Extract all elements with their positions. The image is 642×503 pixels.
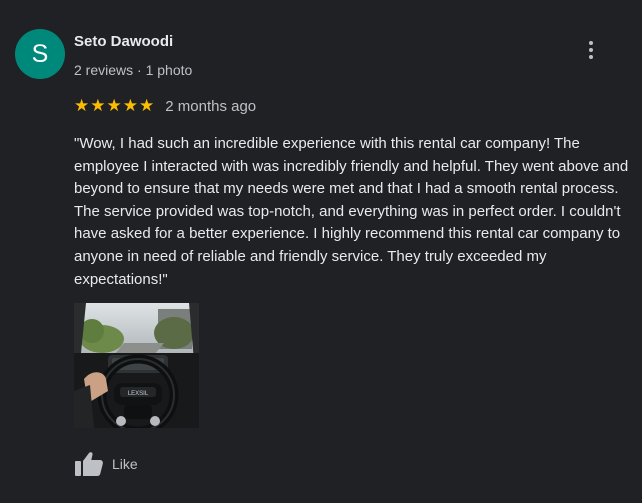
car-interior-photo: LEXSIL bbox=[74, 303, 199, 428]
more-vert-icon bbox=[589, 41, 593, 45]
review-date: 2 months ago bbox=[165, 97, 257, 115]
star-rating: ★ ★ ★ ★ ★ bbox=[74, 97, 154, 115]
more-options-button[interactable] bbox=[579, 38, 603, 62]
avatar[interactable]: S bbox=[15, 29, 65, 79]
like-button[interactable]: Like bbox=[74, 450, 138, 478]
reviewer-name[interactable]: Seto Dawoodi bbox=[74, 33, 173, 50]
thumbs-up-icon bbox=[75, 452, 103, 476]
star-icon: ★ bbox=[90, 96, 106, 115]
review-photo[interactable]: LEXSIL bbox=[74, 303, 199, 428]
like-label: Like bbox=[112, 456, 138, 472]
star-icon: ★ bbox=[139, 96, 155, 115]
review-card: S Seto Dawoodi 2 reviews · 1 photo ★ ★ ★ ★ ★… bbox=[0, 0, 642, 503]
review-text: "Wow, I had such an incredible experienc… bbox=[74, 135, 629, 288]
star-icon: ★ bbox=[106, 96, 122, 115]
rating-row: ★ ★ ★ ★ ★ 2 months ago bbox=[74, 97, 256, 115]
avatar-letter: S bbox=[31, 39, 49, 68]
steering-badge-text: LEXSIL bbox=[128, 391, 149, 397]
reviewer-meta[interactable]: 2 reviews · 1 photo bbox=[74, 62, 192, 78]
star-icon: ★ bbox=[74, 96, 90, 115]
star-icon: ★ bbox=[122, 96, 138, 115]
